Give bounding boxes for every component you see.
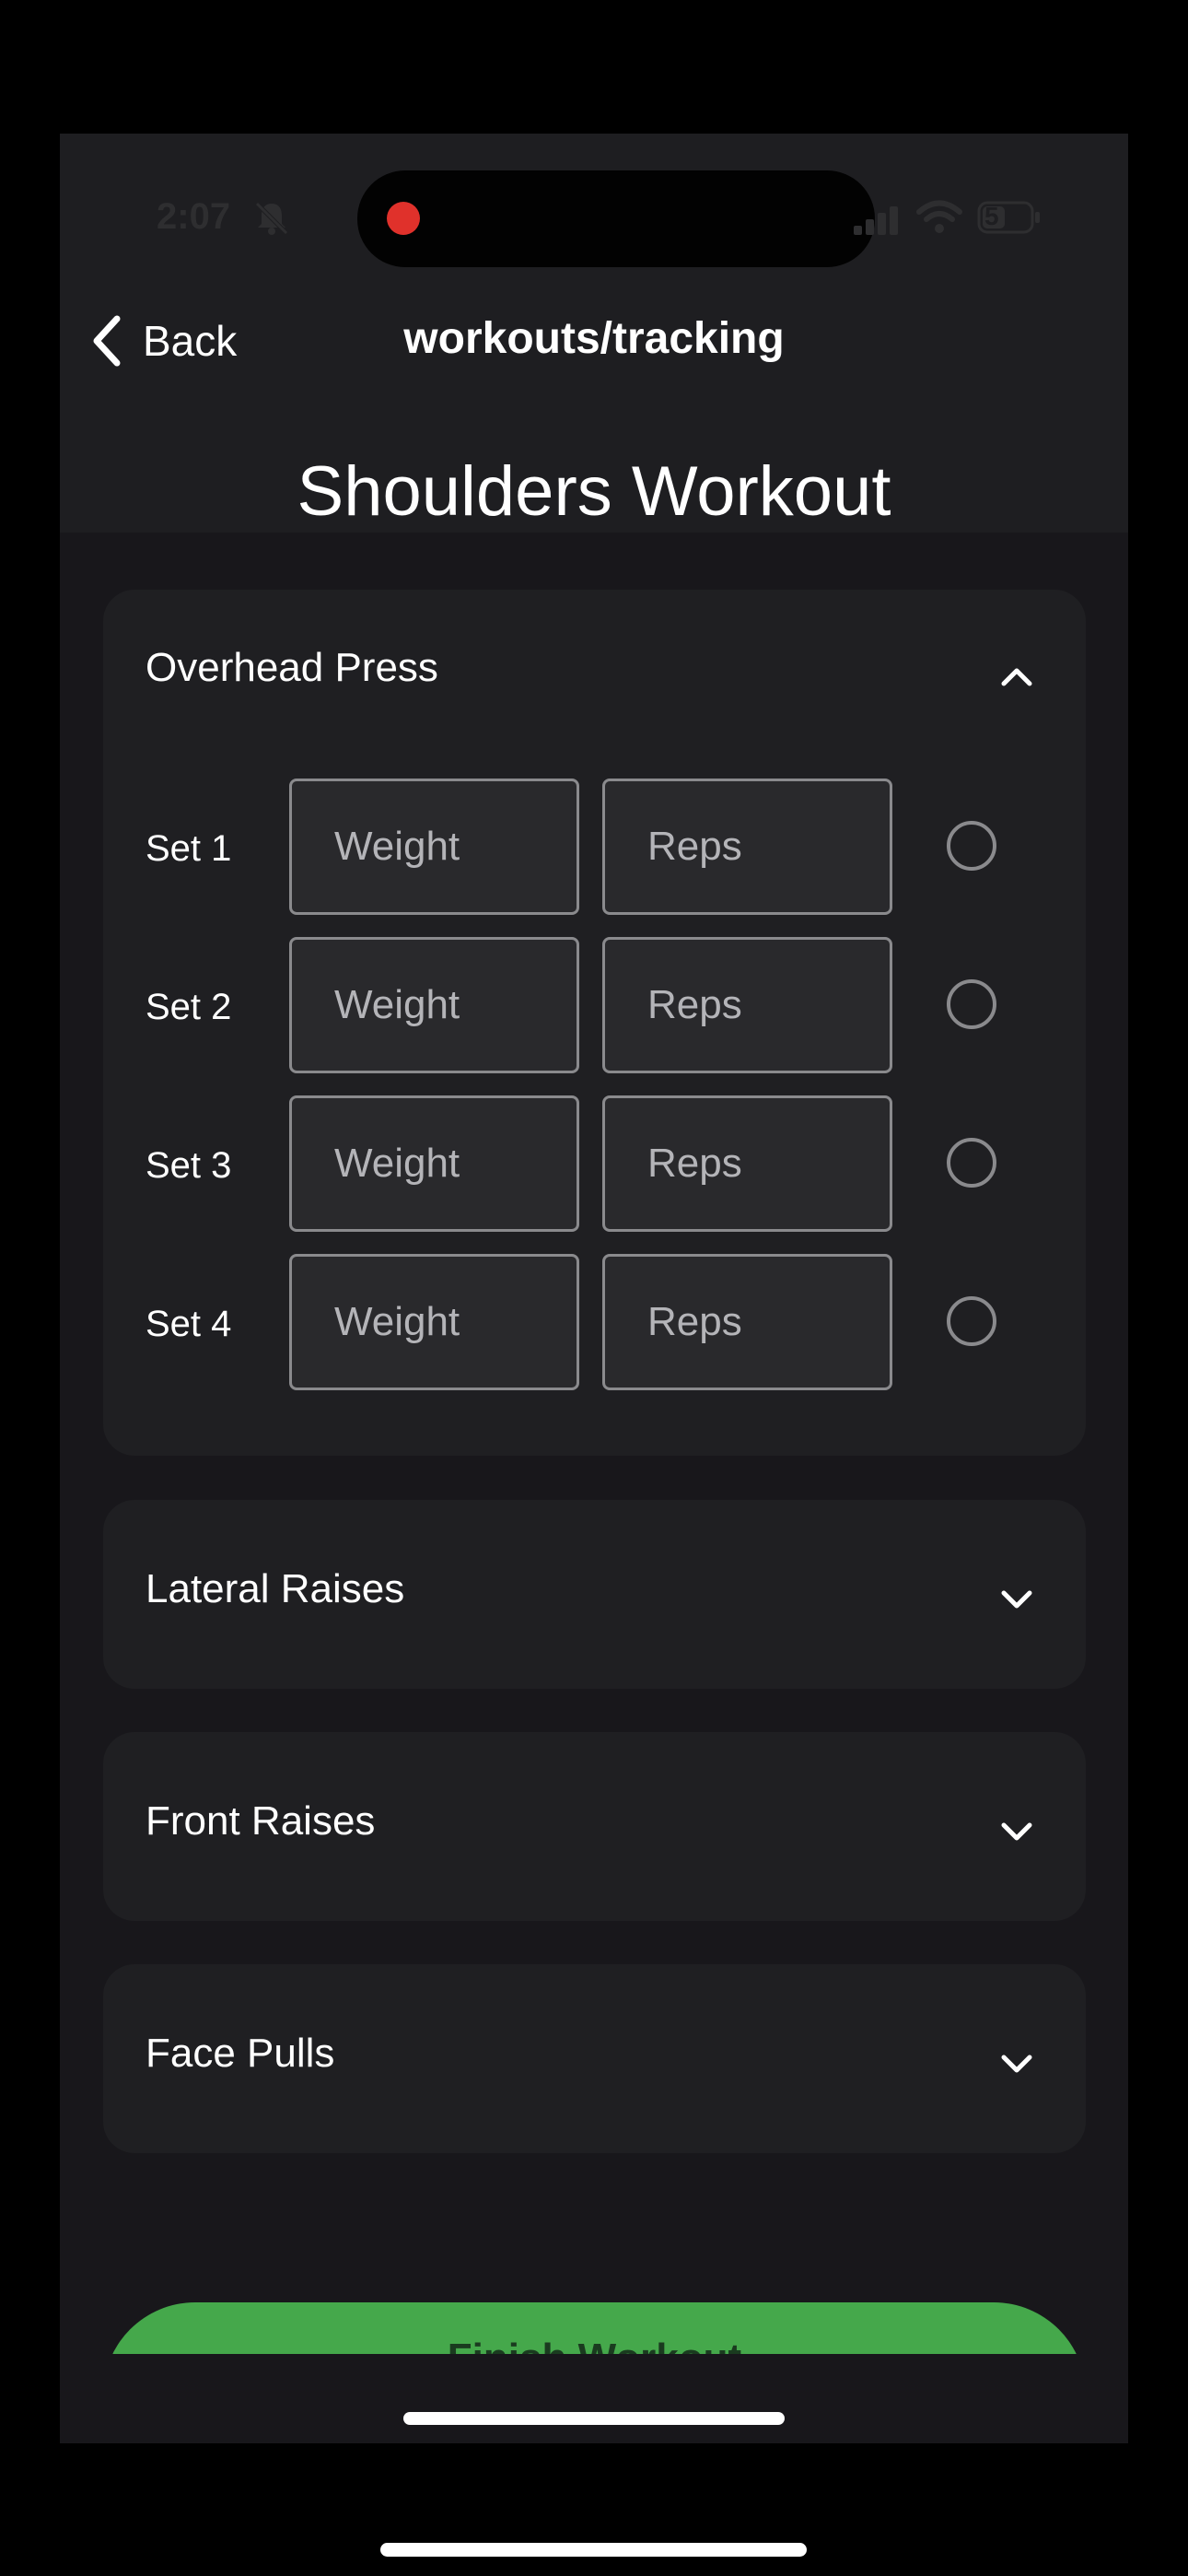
set-row: Set 3: [103, 1095, 1086, 1234]
chevron-up-icon: [1001, 668, 1032, 686]
exercise-title: Front Raises: [146, 1798, 376, 1844]
bottom-safe-area: [60, 2354, 1128, 2443]
set-row: Set 2: [103, 937, 1086, 1075]
set-complete-toggle[interactable]: [947, 1296, 996, 1346]
weight-input[interactable]: [289, 1095, 579, 1232]
reps-input[interactable]: [602, 779, 892, 915]
weight-input[interactable]: [289, 779, 579, 915]
exercise-header[interactable]: Face Pulls: [103, 1964, 1086, 2149]
status-time: 2:07: [157, 196, 231, 237]
set-complete-toggle[interactable]: [947, 821, 996, 871]
exercise-card-lateral-raises: Lateral Raises: [103, 1500, 1086, 1689]
status-bar: 2:07 5: [60, 134, 1128, 267]
bell-slash-icon: [255, 202, 288, 235]
set-label: Set 4: [146, 1304, 232, 1344]
weight-input[interactable]: [289, 1254, 579, 1390]
exercise-card-overhead-press: Overhead Press Set 1 Set 2 Set 3 Set 4: [103, 590, 1086, 1456]
set-row: Set 4: [103, 1254, 1086, 1392]
exercise-header[interactable]: Lateral Raises: [103, 1500, 1086, 1684]
dynamic-island: [357, 170, 875, 267]
chevron-down-icon: [1001, 2055, 1032, 2073]
exercise-header[interactable]: Overhead Press: [103, 590, 1086, 774]
reps-input[interactable]: [602, 1254, 892, 1390]
exercise-header[interactable]: Front Raises: [103, 1732, 1086, 1916]
chevron-down-icon: [1001, 1590, 1032, 1609]
nav-title: workouts/tracking: [403, 314, 785, 363]
battery-level: 5: [984, 202, 999, 230]
set-label: Set 1: [146, 828, 232, 869]
chevron-down-icon: [1001, 1822, 1032, 1841]
wifi-icon: [916, 200, 962, 233]
exercise-card-front-raises: Front Raises: [103, 1732, 1086, 1921]
device-home-indicator[interactable]: [380, 2543, 807, 2557]
set-label: Set 2: [146, 987, 232, 1027]
set-complete-toggle[interactable]: [947, 1138, 996, 1188]
phone-screen: 2:07 5 Back workouts/tracking Shoulders …: [60, 134, 1128, 2443]
exercise-title: Lateral Raises: [146, 1566, 405, 1611]
home-indicator[interactable]: [403, 2412, 785, 2425]
signal-icon: [854, 206, 898, 235]
exercise-title: Overhead Press: [146, 645, 438, 690]
exercise-card-face-pulls: Face Pulls: [103, 1964, 1086, 2153]
page-title: Shoulders Workout: [297, 452, 891, 531]
set-row: Set 1: [103, 779, 1086, 917]
reps-input[interactable]: [602, 937, 892, 1073]
reps-input[interactable]: [602, 1095, 892, 1232]
set-complete-toggle[interactable]: [947, 979, 996, 1029]
recording-indicator: [387, 202, 420, 235]
exercise-title: Face Pulls: [146, 2031, 335, 2076]
set-label: Set 3: [146, 1145, 232, 1186]
weight-input[interactable]: [289, 937, 579, 1073]
